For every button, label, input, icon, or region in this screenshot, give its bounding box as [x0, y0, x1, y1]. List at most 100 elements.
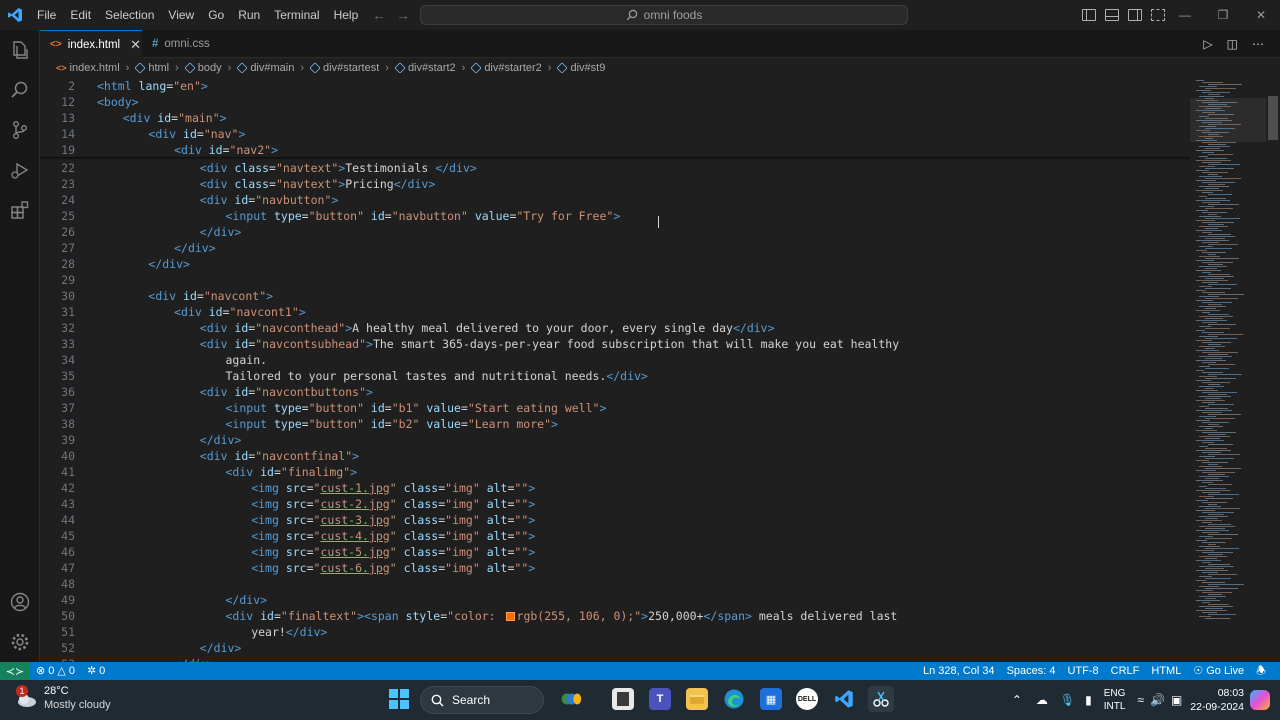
- minimap-line: [1199, 386, 1224, 387]
- split-editor-icon[interactable]: ◫: [1227, 37, 1238, 51]
- code-token: Tailored to your personal tastes and nut…: [225, 369, 607, 383]
- minimize-icon[interactable]: —: [1166, 0, 1204, 30]
- back-arrow-icon[interactable]: ←: [372, 7, 386, 23]
- volume-icon[interactable]: 🔊: [1150, 693, 1165, 707]
- notifications-bell-icon[interactable]: 🕭: [1250, 662, 1272, 680]
- ports-indicator[interactable]: ✲ 0: [81, 662, 111, 680]
- menu-file[interactable]: File: [30, 0, 63, 30]
- settings-gear-icon[interactable]: [8, 630, 32, 654]
- code-token: cust-2.jpg: [320, 497, 390, 511]
- breadcrumb-item[interactable]: div#st9: [556, 62, 605, 74]
- code-text: <div id="nav">: [148, 126, 245, 142]
- minimap-line: [1202, 102, 1237, 103]
- minimap-line: [1199, 506, 1221, 507]
- code-token: rgb(255, 106, 0);": [516, 609, 642, 623]
- power-icon[interactable]: ▣: [1171, 693, 1182, 707]
- microphone-icon[interactable]: 🎙: [1060, 693, 1075, 707]
- battery-icon[interactable]: ▮: [1085, 693, 1092, 707]
- widgets-app-icon[interactable]: [560, 688, 582, 710]
- menu-go[interactable]: Go: [201, 0, 231, 30]
- command-center-search[interactable]: omni foods: [420, 5, 908, 25]
- taskbar-search[interactable]: Search: [420, 686, 544, 714]
- menu-run[interactable]: Run: [231, 0, 267, 30]
- snipping-tool-icon[interactable]: [868, 686, 894, 712]
- menu-terminal[interactable]: Terminal: [267, 0, 326, 30]
- accounts-icon[interactable]: [8, 590, 32, 614]
- problems-indicator[interactable]: ⊗ 0 △ 0: [30, 662, 81, 680]
- microsoft-store-icon[interactable]: ▦: [760, 688, 782, 710]
- minimap-line: [1208, 324, 1236, 325]
- code-line: 26 </div>: [40, 224, 1190, 240]
- encoding[interactable]: UTF-8: [1061, 662, 1104, 680]
- minimap-line: [1196, 470, 1216, 471]
- clock[interactable]: 08:03 22-09-2024: [1190, 686, 1244, 714]
- vscode-taskbar-icon[interactable]: [833, 688, 855, 710]
- minimap[interactable]: [1190, 78, 1266, 662]
- breadcrumb-item[interactable]: div#main: [236, 62, 294, 74]
- line-number: 35: [61, 369, 75, 383]
- code-token: >: [528, 481, 536, 495]
- indentation[interactable]: Spaces: 4: [1001, 662, 1062, 680]
- minimap-line: [1202, 262, 1233, 263]
- code-token: ": [389, 481, 397, 495]
- copilot-icon[interactable]: [1250, 690, 1270, 710]
- menu-view[interactable]: View: [161, 0, 201, 30]
- code-token: >: [551, 417, 558, 431]
- breadcrumb-item[interactable]: <> index.html: [56, 62, 120, 74]
- minimap-line: [1205, 618, 1230, 619]
- code-token: alt: [479, 529, 508, 543]
- extensions-icon[interactable]: [8, 198, 32, 222]
- toggle-secondary-sidebar-icon[interactable]: [1128, 9, 1142, 21]
- toggle-panel-icon[interactable]: [1105, 9, 1119, 21]
- breadcrumb-item[interactable]: div#start2: [394, 62, 456, 74]
- breadcrumb-item[interactable]: div#startest: [309, 62, 379, 74]
- edge-browser-icon[interactable]: [723, 688, 745, 710]
- onedrive-icon[interactable]: ☁: [1036, 693, 1048, 707]
- end-of-line[interactable]: CRLF: [1105, 662, 1146, 680]
- search-view-icon[interactable]: [8, 78, 32, 102]
- teams-icon[interactable]: T: [649, 688, 671, 710]
- file-app-icon[interactable]: [612, 688, 634, 710]
- wifi-icon[interactable]: ≈: [1137, 693, 1144, 707]
- code-token: "en": [173, 79, 201, 93]
- toggle-primary-sidebar-icon[interactable]: [1082, 9, 1096, 21]
- run-icon[interactable]: ▷: [1203, 37, 1212, 51]
- tab-omni-css[interactable]: # omni.css: [142, 30, 238, 58]
- go-live-button[interactable]: ☉ Go Live: [1187, 662, 1250, 680]
- menu-help[interactable]: Help: [327, 0, 366, 30]
- breadcrumb-item[interactable]: html: [134, 62, 169, 74]
- code-editor[interactable]: 2 <html lang="en"> 12 <body> 13 <div id="main…: [40, 78, 1190, 662]
- source-control-icon[interactable]: [8, 118, 32, 142]
- code-token: </div>: [199, 225, 242, 239]
- remote-indicator-icon[interactable]: ≺≻: [0, 662, 30, 680]
- more-actions-icon[interactable]: ⋯: [1252, 37, 1264, 51]
- menu-edit[interactable]: Edit: [63, 0, 98, 30]
- customize-layout-icon[interactable]: [1151, 9, 1165, 21]
- weather-widget[interactable]: 1 28°C Mostly cloudy: [14, 684, 111, 712]
- close-window-icon[interactable]: ✕: [1242, 0, 1280, 30]
- minimap-line: [1199, 606, 1233, 607]
- line-number: 28: [61, 257, 75, 271]
- explorer-icon[interactable]: [8, 38, 32, 62]
- language-mode[interactable]: HTML: [1145, 662, 1187, 680]
- vertical-scrollbar[interactable]: [1268, 96, 1278, 140]
- line-number: 39: [61, 433, 75, 447]
- windows-start-icon[interactable]: [389, 689, 409, 709]
- breadcrumb-item[interactable]: div#starter2: [470, 62, 542, 74]
- minimap-line: [1205, 288, 1231, 289]
- chevron-up-icon[interactable]: ⌃: [1012, 693, 1022, 707]
- cursor-position[interactable]: Ln 328, Col 34: [917, 662, 1001, 680]
- maximize-icon[interactable]: ❐: [1204, 0, 1242, 30]
- run-debug-icon[interactable]: [8, 158, 32, 182]
- minimap-line: [1199, 116, 1209, 117]
- file-explorer-icon[interactable]: [686, 688, 708, 710]
- tab-index-html[interactable]: <> index.html ✕: [40, 30, 142, 58]
- input-language[interactable]: ENG INTL: [1104, 687, 1126, 713]
- forward-arrow-icon[interactable]: →: [396, 7, 410, 23]
- dell-app-icon[interactable]: DELL: [796, 688, 818, 710]
- minimap-line: [1199, 336, 1218, 337]
- breadcrumb-item[interactable]: body: [184, 62, 222, 74]
- close-icon[interactable]: ✕: [130, 37, 141, 53]
- menu-selection[interactable]: Selection: [98, 0, 161, 30]
- color-swatch-icon[interactable]: [505, 612, 515, 621]
